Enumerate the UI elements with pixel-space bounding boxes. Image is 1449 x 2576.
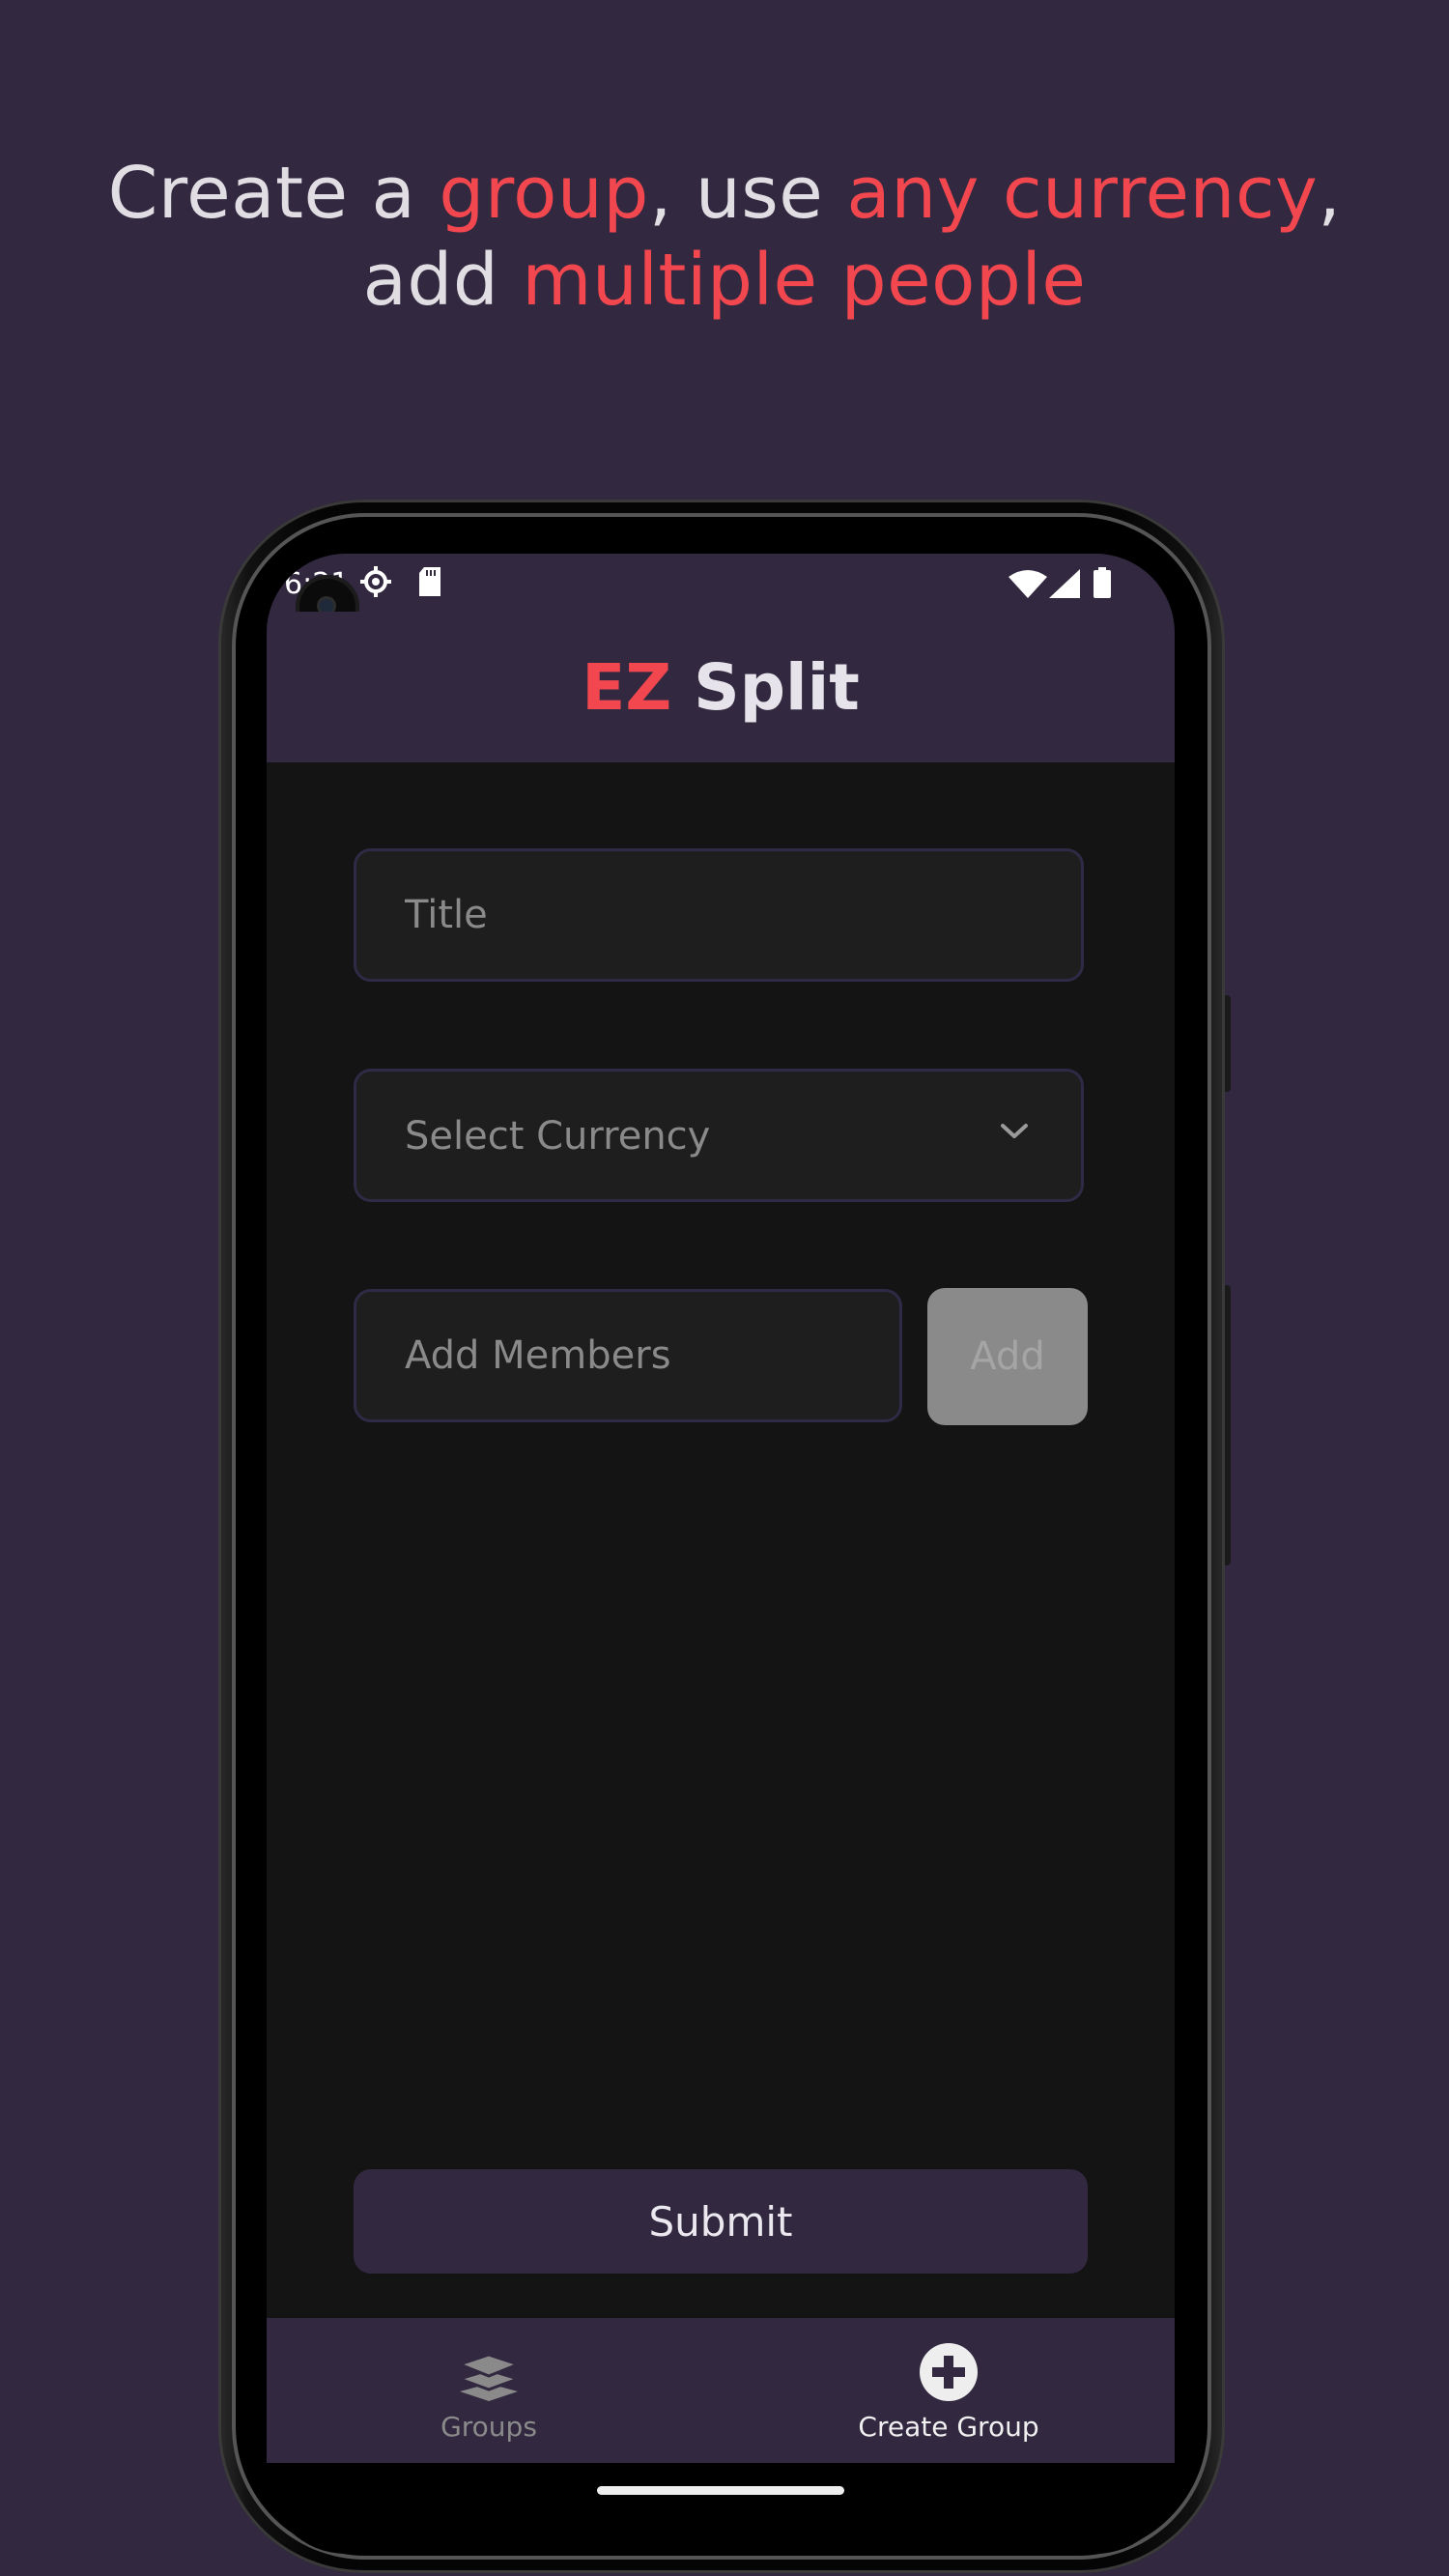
title-input[interactable] bbox=[356, 851, 1081, 979]
layers-icon bbox=[455, 2341, 523, 2403]
submit-button[interactable]: Submit bbox=[354, 2169, 1088, 2274]
headline-highlight: any currency bbox=[846, 152, 1319, 235]
phone-screen: 6:21 EZ Split Select Currency Add Submit bbox=[267, 554, 1175, 2463]
signal-icon bbox=[1049, 569, 1080, 606]
battery-icon bbox=[1094, 567, 1111, 606]
headline-highlight: group bbox=[439, 152, 649, 235]
power-button bbox=[1225, 1285, 1231, 1565]
phone-chin bbox=[267, 2463, 1175, 2554]
headline-text: add bbox=[362, 239, 523, 322]
headline-text: , bbox=[1318, 152, 1342, 235]
headline-line-1: Create a group, use any currency, bbox=[0, 150, 1449, 237]
currency-select[interactable]: Select Currency bbox=[354, 1069, 1084, 1202]
headline-text: Create a bbox=[107, 152, 440, 235]
currency-select-label: Select Currency bbox=[405, 1114, 711, 1159]
wifi-icon bbox=[1009, 569, 1047, 606]
title-field[interactable] bbox=[354, 848, 1084, 982]
settings-icon bbox=[359, 565, 392, 606]
app-title: EZ Split bbox=[267, 650, 1175, 725]
bottom-navigation: Groups Create Group bbox=[267, 2318, 1175, 2463]
promo-headline: Create a group, use any currency, add mu… bbox=[0, 150, 1449, 324]
nav-item-create-group[interactable]: Create Group bbox=[804, 2318, 1094, 2463]
headline-line-2: add multiple people bbox=[0, 237, 1449, 324]
headline-highlight: multiple people bbox=[522, 239, 1087, 322]
home-indicator[interactable] bbox=[597, 2486, 844, 2495]
app-bar: EZ Split bbox=[267, 612, 1175, 762]
add-circle-icon bbox=[918, 2341, 980, 2403]
headline-text: , use bbox=[648, 152, 847, 235]
app-title-text: Split bbox=[671, 650, 860, 725]
nav-label-create-group: Create Group bbox=[858, 2411, 1039, 2443]
status-bar: 6:21 bbox=[267, 554, 1175, 612]
nav-label-groups: Groups bbox=[440, 2411, 537, 2443]
sd-card-icon bbox=[417, 567, 442, 604]
add-members-field[interactable] bbox=[354, 1289, 902, 1422]
add-members-input[interactable] bbox=[356, 1292, 899, 1419]
app-title-accent: EZ bbox=[582, 650, 672, 725]
add-member-button[interactable]: Add bbox=[927, 1288, 1088, 1425]
chevron-down-icon bbox=[1000, 1122, 1029, 1145]
volume-button bbox=[1225, 995, 1231, 1092]
nav-item-groups[interactable]: Groups bbox=[344, 2318, 634, 2463]
